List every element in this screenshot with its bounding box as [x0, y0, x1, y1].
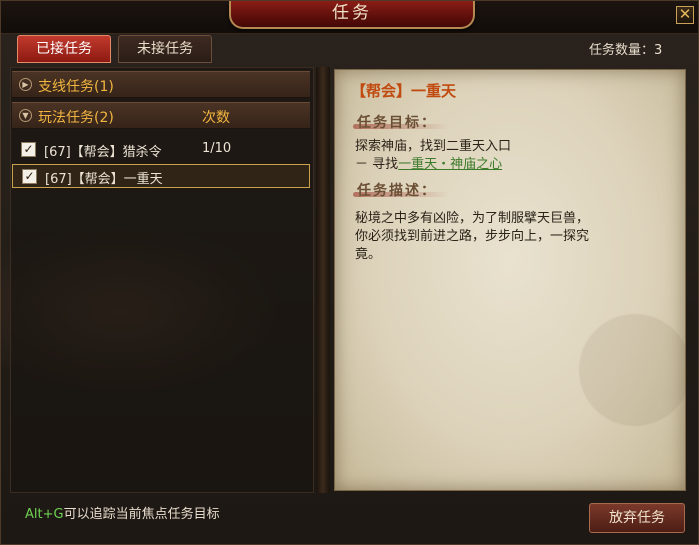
track-checkbox[interactable]: ✓ [21, 142, 36, 157]
objective-prefix: － 寻找 [355, 157, 399, 172]
checkmark-icon: ✓ [23, 142, 34, 156]
objective-text: 探索神庙，找到二重天入口 [355, 139, 512, 154]
chevron-down-icon: ▼ [19, 109, 32, 122]
objective-location-link[interactable]: 一重天・神庙之心 [398, 157, 502, 172]
description-line: 秘境之中多有凶险，为了制服擘天巨兽， [355, 211, 590, 226]
description-header: 任务描述： [357, 183, 437, 199]
hint-text: 可以追踪当前焦点任务目标 [63, 507, 220, 522]
quest-detail-scroll: 【帮会】一重天 任务目标： 探索神庙，找到二重天入口 － 寻找一重天・神庙之心 … [334, 69, 686, 491]
quest-list-panel [10, 67, 314, 493]
objective-subline: － 寻找一重天・神庙之心 [355, 156, 502, 174]
hint-shortcut: Alt+G [25, 507, 64, 522]
category-label: 玩法任务(2) [38, 110, 114, 126]
close-button[interactable]: ✕ [676, 6, 694, 24]
objective-header: 任务目标： [357, 115, 437, 131]
quest-count: 任务数量：3 [589, 43, 663, 58]
column-header-count: 次数 [202, 110, 230, 126]
close-icon: ✕ [678, 5, 692, 23]
category-gameplay-quests[interactable]: ▼ 玩法任务(2) 次数 [12, 102, 310, 129]
description-line: 你必须找到前进之路，步步向上，一探究 [355, 229, 590, 244]
tab-available-quests[interactable]: 未接任务 [118, 35, 212, 63]
checkmark-icon: ✓ [24, 169, 35, 183]
track-checkbox[interactable]: ✓ [22, 169, 37, 184]
description-line: 竟。 [355, 247, 382, 262]
quest-row-selected[interactable]: ✓ [67]【帮会】一重天 [12, 164, 310, 188]
quest-name: [67]【帮会】一重天 [45, 172, 163, 187]
quest-detail-title: 【帮会】一重天 [351, 82, 457, 100]
quest-window: 任务 ✕ 已接任务 未接任务 任务数量：3 ▶ 支线任务(1) ▼ 玩法任务(2… [0, 0, 699, 545]
window-title: 任务 [332, 3, 372, 23]
abandon-quest-button[interactable]: 放弃任务 [589, 503, 685, 533]
tracking-hint: Alt+G可以追踪当前焦点任务目标 [25, 503, 220, 522]
quest-name: [67]【帮会】猎杀令 [44, 145, 162, 160]
category-label: 支线任务(1) [38, 79, 114, 95]
quest-row[interactable]: ✓ [67]【帮会】猎杀令 1/10 [12, 138, 310, 162]
chevron-right-icon: ▶ [19, 78, 32, 91]
quest-progress: 1/10 [202, 141, 232, 156]
panel-divider [316, 67, 330, 493]
category-side-quests[interactable]: ▶ 支线任务(1) [12, 71, 310, 98]
tab-accepted-quests[interactable]: 已接任务 [17, 35, 111, 63]
